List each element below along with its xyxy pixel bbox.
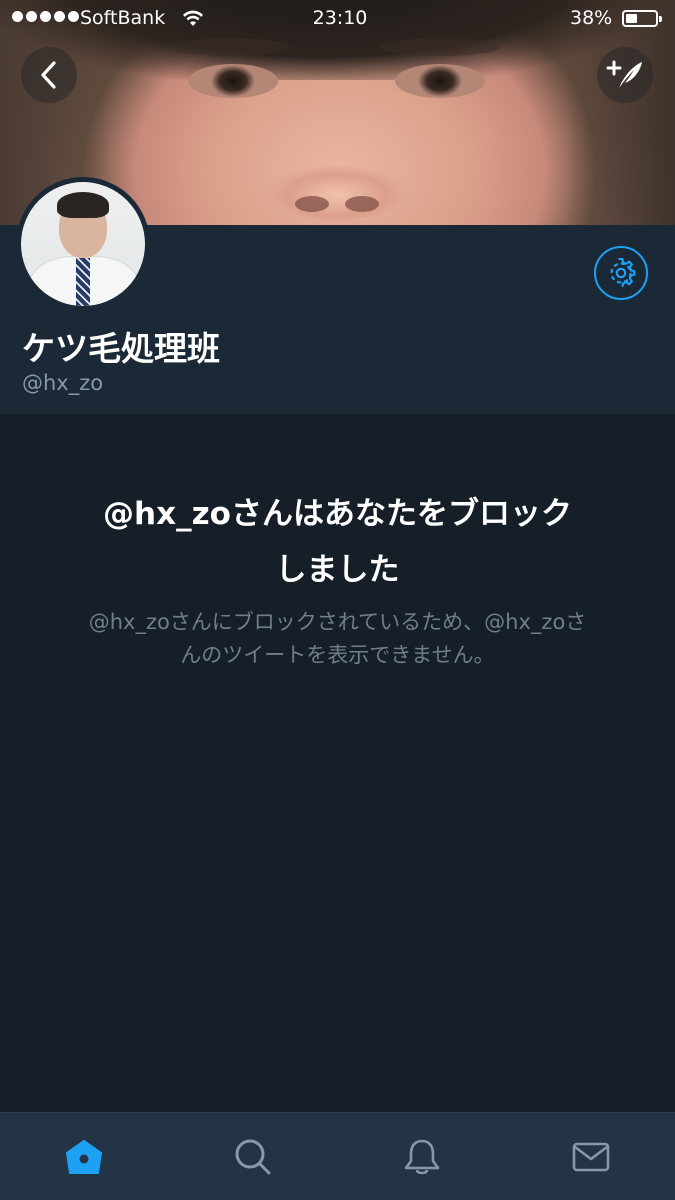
avatar[interactable] bbox=[16, 177, 150, 311]
home-icon bbox=[66, 1139, 103, 1174]
blocked-description-line-2: んのツイートを表示できません。 bbox=[180, 643, 495, 667]
profile-screen: SoftBank 23:10 38% ケツ毛処理班 @hx_zo @hx_zoさ… bbox=[0, 0, 675, 1200]
status-bar: SoftBank 23:10 38% bbox=[0, 0, 675, 38]
avatar-image bbox=[21, 182, 145, 306]
blocked-title-line-2: しました bbox=[275, 552, 400, 588]
profile-handle: @hx_zo bbox=[22, 371, 104, 395]
gear-icon bbox=[610, 258, 636, 287]
battery-percentage: 38% bbox=[570, 7, 613, 29]
tab-notifications[interactable] bbox=[338, 1113, 507, 1200]
wifi-icon bbox=[183, 10, 203, 26]
carrier-name: SoftBank bbox=[80, 7, 166, 29]
bell-icon bbox=[404, 1139, 440, 1174]
chevron-left-icon bbox=[41, 61, 56, 89]
search-icon bbox=[235, 1139, 271, 1174]
battery-fill bbox=[626, 14, 637, 23]
status-time: 23:10 bbox=[312, 7, 368, 29]
mail-icon bbox=[572, 1142, 609, 1171]
blocked-message-title: @hx_zoさんはあなたをブロック しました bbox=[40, 486, 635, 598]
blocked-message-description: @hx_zoさんにブロックされているため、@hx_zoさ んのツイートを表示でき… bbox=[50, 606, 625, 672]
signal-strength-icon bbox=[12, 11, 79, 22]
battery-icon bbox=[622, 10, 662, 27]
blocked-title-line-1: @hx_zoさんはあなたをブロック bbox=[103, 496, 572, 532]
blocked-description-line-1: @hx_zoさんにブロックされているため、@hx_zoさ bbox=[88, 610, 587, 634]
compose-tweet-button[interactable] bbox=[597, 47, 653, 103]
back-button[interactable] bbox=[21, 47, 77, 103]
profile-display-name: ケツ毛処理班 bbox=[22, 329, 220, 368]
compose-tweet-icon bbox=[606, 60, 642, 88]
tab-home[interactable] bbox=[0, 1113, 169, 1200]
tab-search[interactable] bbox=[169, 1113, 338, 1200]
profile-settings-button[interactable] bbox=[594, 246, 648, 300]
tab-messages[interactable] bbox=[506, 1113, 675, 1200]
bottom-tab-bar bbox=[0, 1112, 675, 1200]
